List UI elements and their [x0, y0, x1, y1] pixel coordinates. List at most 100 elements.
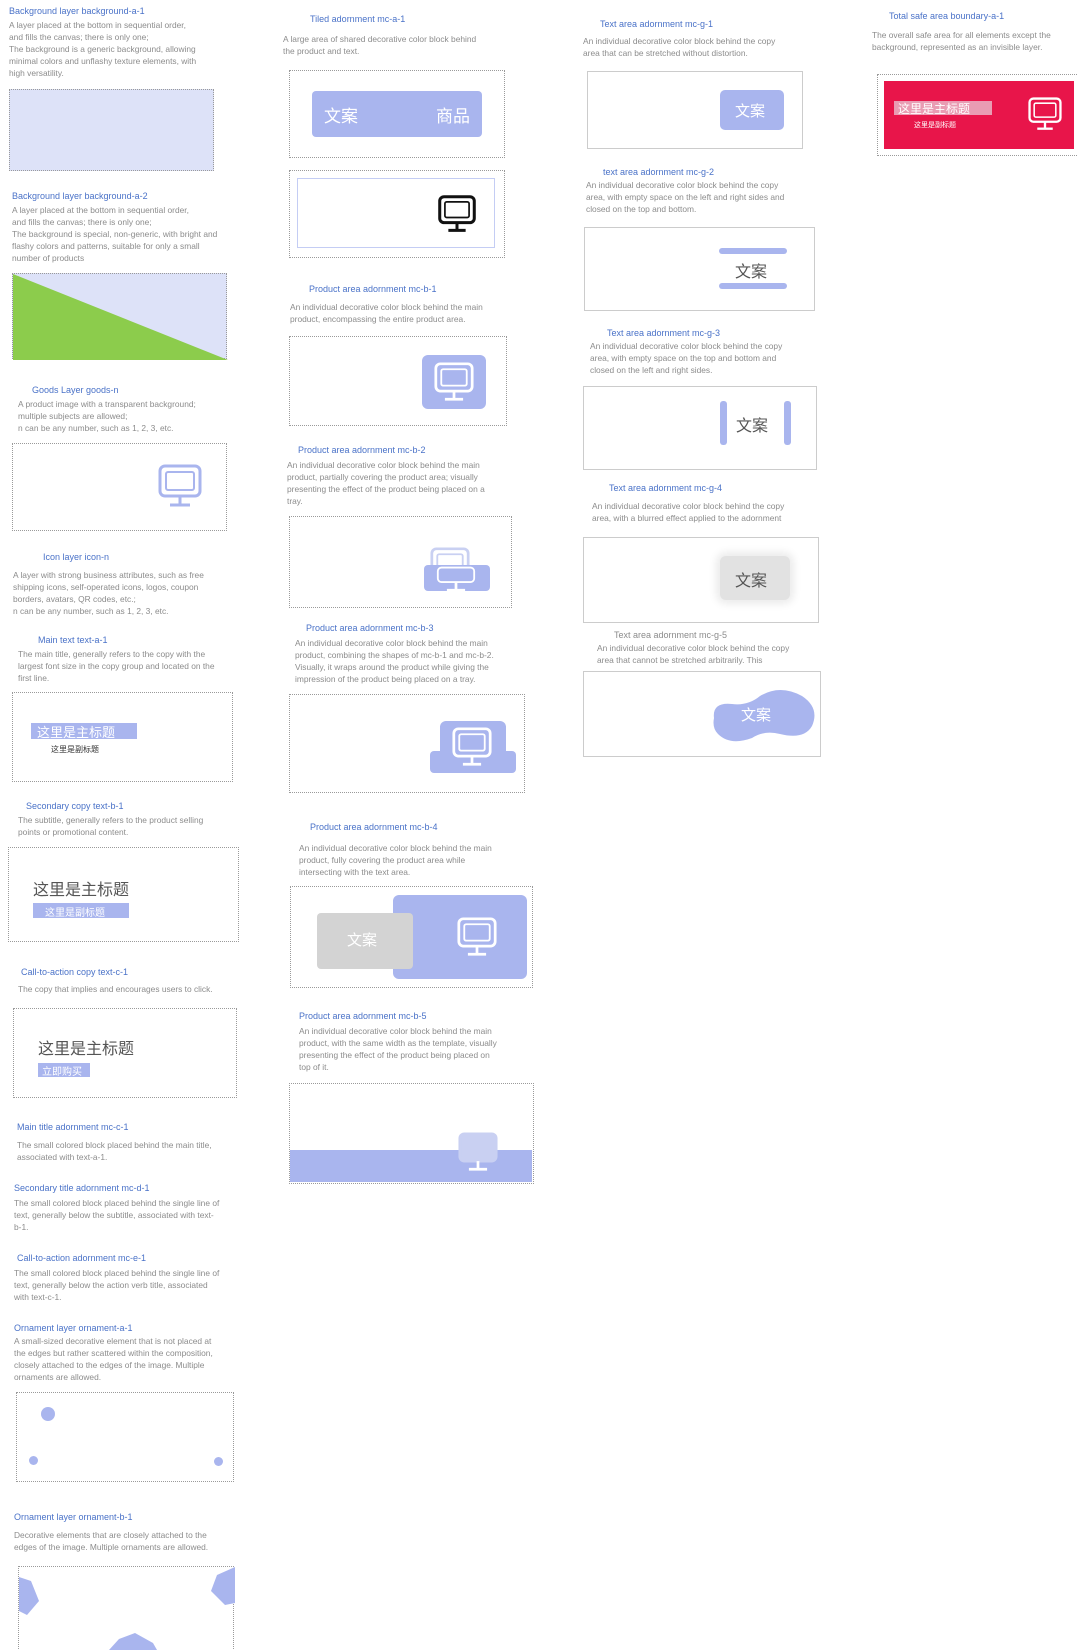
section-description: An individual decorative color block beh… [287, 460, 485, 506]
section-description: The small colored block placed behind th… [14, 1198, 220, 1232]
mc-g-5-preview: 文案 [583, 671, 821, 757]
section-description: The overall safe area for all elements e… [872, 30, 1051, 52]
section-title: Goods Layer goods-n [32, 385, 119, 395]
section-description: An individual decorative color block beh… [590, 341, 783, 375]
section-description: A small-sized decorative element that is… [14, 1336, 213, 1382]
section-description: A layer with strong business attributes,… [13, 570, 204, 616]
section-title: Tiled adornment mc-a-1 [310, 14, 406, 24]
monitor-icon [452, 727, 492, 766]
text-a-1-preview: 这里是主标题 这里是副标题 [12, 692, 233, 782]
monitor-icon-front [436, 566, 476, 592]
mc-g-1-preview: 文案 [587, 71, 803, 149]
copy-text: 文案 [347, 931, 378, 949]
ornament-dot-large [41, 1407, 55, 1421]
section-description: A large area of shared decorative color … [283, 34, 477, 56]
main-title-text: 这里是主标题 [37, 726, 116, 741]
section-description: An individual decorative color block beh… [583, 36, 776, 58]
copy-text: 文案 [735, 262, 768, 281]
section-title: text area adornment mc-g-2 [603, 167, 715, 177]
section-title: Text area adornment mc-g-4 [609, 483, 723, 493]
subtitle-text: 这里是副标题 [914, 121, 956, 129]
section-description: An individual decorative color block beh… [597, 643, 790, 665]
section-title: Secondary title adornment mc-d-1 [14, 1183, 150, 1193]
copy-text: 文案 [741, 706, 772, 724]
section-mc-b-5: Product area adornment mc-b-5 An individ… [299, 1010, 529, 1073]
mc-b-2-preview [289, 516, 512, 608]
mc-a-1-preview-filled: 文案 商品 [289, 70, 505, 158]
section-ornament-a-1: Ornament layer ornament-a-1 A small-size… [14, 1322, 249, 1383]
section-text-b-1: Secondary copy text-b-1 The subtitle, ge… [18, 800, 243, 838]
section-title: Product area adornment mc-b-4 [310, 822, 438, 832]
section-title: Background layer background-a-2 [12, 191, 148, 201]
section-background-a-1: Background layer background-a-1 A layer … [9, 5, 229, 79]
text-b-1-preview: 这里是主标题 这里是副标题 [8, 847, 239, 942]
mc-b-4-preview: 文案 [290, 886, 533, 988]
section-title: Text area adornment mc-g-5 [614, 630, 728, 640]
section-title: Call-to-action copy text-c-1 [21, 967, 129, 977]
section-title: Ornament layer ornament-a-1 [14, 1323, 133, 1333]
section-title: Main text text-a-1 [38, 635, 108, 645]
section-mc-g-2: text area adornment mc-g-2 An individual… [586, 166, 821, 215]
section-mc-g-3: Text area adornment mc-g-3 An individual… [590, 327, 825, 376]
monitor-icon [458, 1132, 498, 1171]
ornament-dot-small [214, 1457, 223, 1466]
monitor-icon [457, 917, 497, 956]
section-mc-g-4: Text area adornment mc-g-4 An individual… [592, 482, 827, 524]
section-description: An individual decorative color block beh… [299, 843, 492, 877]
ornament-dot-small [29, 1456, 38, 1465]
text-adornment-right-bar [784, 401, 791, 445]
section-mc-b-4: Product area adornment mc-b-4 An individ… [299, 821, 529, 878]
section-title: Text area adornment mc-g-1 [600, 19, 714, 29]
section-title: Secondary copy text-b-1 [26, 801, 124, 811]
section-icon-n: Icon layer icon-n A layer with strong bu… [13, 551, 238, 617]
section-description: An individual decorative color block beh… [592, 501, 785, 523]
section-description: A layer placed at the bottom in sequenti… [9, 20, 197, 78]
section-title: Ornament layer ornament-b-1 [14, 1512, 133, 1522]
text-adornment-bottom-bar [719, 283, 787, 289]
cta-text: 立即购买 [42, 1067, 82, 1078]
section-mc-a-1: Tiled adornment mc-a-1 A large area of s… [283, 13, 513, 57]
copy-text: 文案 [736, 416, 769, 435]
section-title: Product area adornment mc-b-3 [306, 623, 434, 633]
copy-text: 文案 [735, 102, 766, 120]
ornament-b-1-preview [18, 1566, 235, 1650]
section-description: The small colored block placed behind th… [14, 1268, 220, 1302]
green-triangle-shape [13, 274, 228, 360]
goods-text: 商品 [436, 107, 470, 127]
section-mc-c-1: Main title adornment mc-c-1 The small co… [17, 1121, 247, 1163]
section-title: Total safe area boundary-a-1 [889, 11, 1005, 21]
section-mc-b-3: Product area adornment mc-b-3 An individ… [295, 622, 525, 685]
edge-ornament-shapes [19, 1567, 235, 1650]
text-adornment-top-bar [719, 248, 787, 254]
section-background-a-2: Background layer background-a-2 A layer … [12, 190, 242, 264]
mc-b-5-preview [289, 1083, 534, 1184]
section-title: Main title adornment mc-c-1 [17, 1122, 129, 1132]
section-description: Decorative elements that are closely att… [14, 1530, 209, 1552]
section-mc-b-2: Product area adornment mc-b-2 An individ… [287, 444, 517, 507]
text-c-1-preview: 这里是主标题 立即购买 [13, 1008, 237, 1098]
section-mc-b-1: Product area adornment mc-b-1 An individ… [290, 283, 520, 325]
main-title-text: 这里是主标题 [33, 880, 130, 899]
mc-b-1-preview [289, 336, 507, 426]
section-description: The main title, generally refers to the … [18, 649, 215, 683]
section-mc-g-1: Text area adornment mc-g-1 An individual… [583, 18, 818, 59]
section-text-a-1: Main text text-a-1 The main title, gener… [18, 634, 243, 684]
section-description: The small colored block placed behind th… [17, 1140, 212, 1162]
section-description: An individual decorative color block beh… [586, 180, 785, 214]
main-title-text: 这里是主标题 [898, 102, 971, 116]
section-ornament-b-1: Ornament layer ornament-b-1 Decorative e… [14, 1511, 249, 1553]
monitor-icon [158, 464, 202, 507]
section-description: The copy that implies and encourages use… [18, 984, 213, 994]
copy-text: 文案 [324, 107, 358, 127]
background-a-1-preview [9, 89, 214, 171]
section-description: A layer placed at the bottom in sequenti… [12, 205, 218, 263]
subtitle-text: 这里是副标题 [51, 745, 99, 754]
section-safe-area: Total safe area boundary-a-1 The overall… [872, 10, 1077, 53]
section-mc-e-1: Call-to-action adornment mc-e-1 The smal… [14, 1252, 249, 1303]
section-description: An individual decorative color block beh… [299, 1026, 497, 1072]
section-goods-n: Goods Layer goods-n A product image with… [18, 384, 238, 434]
monitor-icon [438, 195, 476, 232]
section-description: The subtitle, generally refers to the pr… [18, 815, 204, 837]
subtitle-text: 这里是副标题 [45, 908, 105, 919]
section-mc-d-1: Secondary title adornment mc-d-1 The sma… [14, 1182, 249, 1233]
